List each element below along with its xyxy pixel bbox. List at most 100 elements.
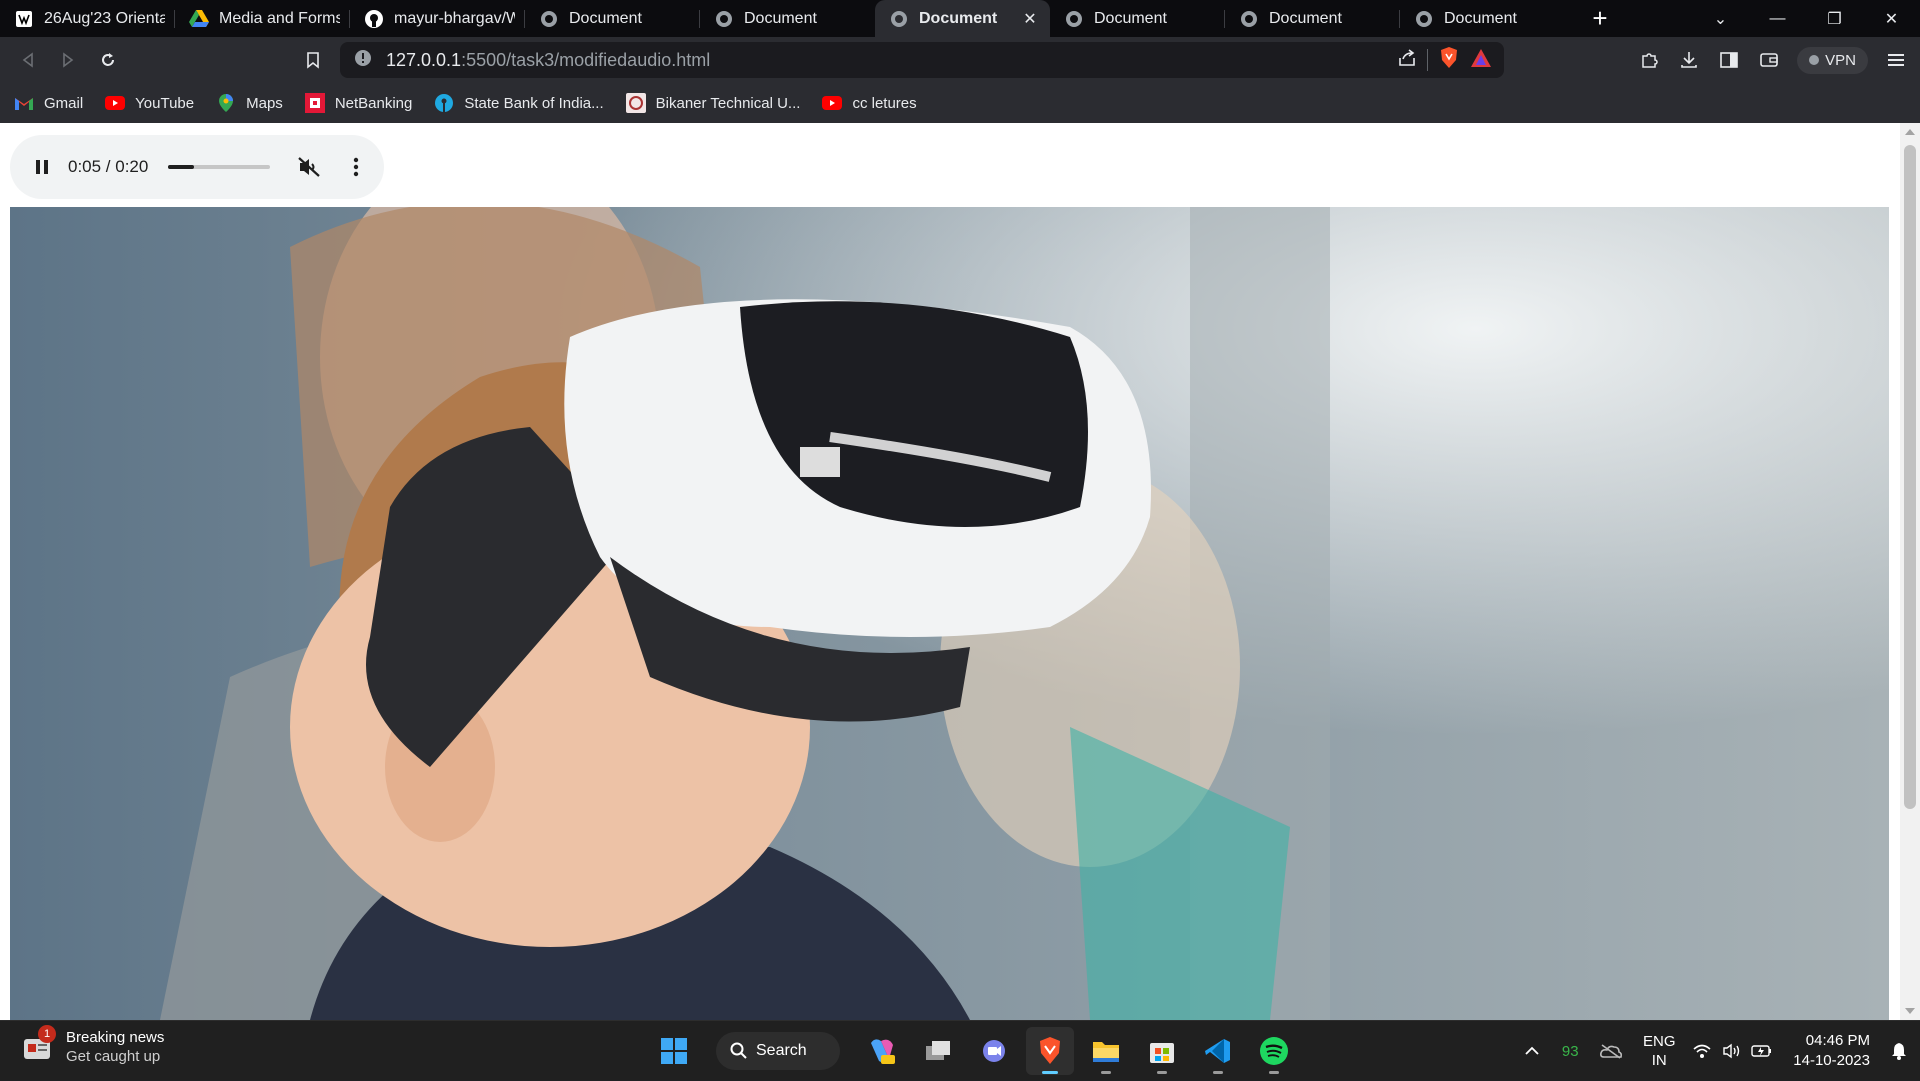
mute-button[interactable] — [296, 154, 322, 180]
taskbar-apps: Search — [650, 1021, 1298, 1081]
back-icon[interactable] — [8, 42, 48, 78]
bookmark-cc-letures[interactable]: cc letures — [822, 93, 917, 113]
folder-icon — [1093, 1042, 1119, 1062]
tab-document-1[interactable]: Document — [525, 0, 700, 37]
close-tab-icon[interactable]: ✕ — [1020, 9, 1040, 29]
tab-media-forms[interactable]: Media and Forms A — [175, 0, 350, 37]
wallet-icon[interactable] — [1749, 40, 1789, 80]
taskbar: 1 Breaking news Get caught up Search 93 … — [0, 1020, 1920, 1080]
audio-player[interactable]: 0:05 / 0:20 — [10, 135, 384, 199]
bookmark-btu[interactable]: Bikaner Technical U... — [625, 93, 800, 113]
wifi-icon[interactable] — [1687, 1043, 1717, 1059]
forward-icon[interactable] — [48, 42, 88, 78]
bookmark-netbanking[interactable]: NetBanking — [304, 93, 412, 113]
bookmark-label: YouTube — [135, 94, 195, 112]
vr-child-image — [10, 207, 1889, 1020]
tab-document-2[interactable]: Document — [700, 0, 875, 37]
show-hidden-icons-chevron-icon[interactable] — [1515, 1046, 1549, 1056]
tab-document-active[interactable]: Document ✕ — [875, 0, 1050, 37]
language-indicator[interactable]: ENG IN — [1631, 1032, 1687, 1070]
globe-icon — [1064, 9, 1084, 29]
app-icon — [14, 9, 34, 29]
news-widget[interactable]: 1 Breaking news Get caught up — [22, 1025, 165, 1065]
task-view-icon — [926, 1041, 950, 1060]
file-explorer-app[interactable] — [1082, 1027, 1130, 1075]
globe-icon — [1414, 9, 1434, 29]
address-bar[interactable]: 127.0.0.1:5500/task3/modifiedaudio.html — [340, 42, 1504, 78]
chat-icon — [983, 1040, 1005, 1062]
bookmark-gmail[interactable]: Gmail — [14, 93, 83, 113]
tab-github[interactable]: mayur-bhargav/We — [350, 0, 525, 37]
tab-orientation[interactable]: 26Aug'23 Orientatio — [0, 0, 175, 37]
tab-title: Document — [1094, 9, 1167, 27]
search-icon — [730, 1042, 747, 1059]
vscode-icon — [1205, 1039, 1230, 1063]
url-text: 127.0.0.1:5500/task3/modifiedaudio.html — [386, 50, 710, 71]
extensions-icon[interactable] — [1629, 40, 1669, 80]
windows-icon — [661, 1038, 687, 1064]
globe-icon — [1239, 9, 1259, 29]
toolbar-right: VPN — [1629, 37, 1920, 83]
site-info-icon[interactable] — [354, 49, 372, 72]
minimize-icon[interactable]: — — [1749, 0, 1806, 37]
globe-icon — [714, 9, 734, 29]
sidebar-icon[interactable] — [1709, 40, 1749, 80]
bookmark-label: cc letures — [852, 94, 917, 112]
pause-button[interactable] — [32, 157, 52, 177]
vpn-status-icon — [1809, 55, 1820, 65]
tab-strip: 26Aug'23 Orientatio Media and Forms A ma… — [0, 0, 1920, 37]
brave-rewards-icon[interactable] — [1470, 48, 1492, 73]
scroll-down-icon[interactable] — [1905, 1008, 1915, 1014]
restore-icon[interactable]: ❐ — [1806, 0, 1863, 37]
more-options-button[interactable] — [346, 154, 366, 180]
news-title: Breaking news — [66, 1029, 165, 1046]
tab-search-chevron-icon[interactable]: ⌄ — [1692, 0, 1749, 37]
battery-icon[interactable] — [1747, 1044, 1777, 1058]
tab-document-3[interactable]: Document — [1050, 0, 1225, 37]
menu-icon[interactable] — [1876, 40, 1916, 80]
tab-document-5[interactable]: Document — [1400, 0, 1575, 37]
volume-icon[interactable] — [1717, 1043, 1747, 1059]
close-window-icon[interactable]: ✕ — [1863, 0, 1920, 37]
brave-shields-icon[interactable] — [1438, 46, 1460, 75]
task-view-app[interactable] — [914, 1027, 962, 1075]
vpn-label: VPN — [1825, 51, 1856, 69]
page-scrollbar[interactable] — [1900, 123, 1920, 1020]
spotify-app[interactable] — [1250, 1027, 1298, 1075]
bookmark-icon[interactable] — [293, 42, 333, 78]
news-badge: 1 — [38, 1025, 56, 1043]
scroll-up-icon[interactable] — [1905, 129, 1915, 135]
vscode-app[interactable] — [1194, 1027, 1242, 1075]
vpn-button[interactable]: VPN — [1797, 46, 1868, 74]
tab-title: mayur-bhargav/We — [394, 9, 515, 27]
bookmark-youtube[interactable]: YouTube — [105, 93, 194, 113]
start-button[interactable] — [650, 1027, 698, 1075]
window-controls: ⌄ — ❐ ✕ — [1692, 0, 1920, 37]
sbi-icon — [434, 93, 454, 113]
tab-document-4[interactable]: Document — [1225, 0, 1400, 37]
new-tab-button[interactable]: + — [1575, 0, 1625, 37]
bookmark-maps[interactable]: Maps — [216, 93, 283, 113]
google-drive-icon — [189, 9, 209, 29]
reload-icon[interactable] — [88, 42, 128, 78]
audio-time: 0:05 / 0:20 — [68, 157, 149, 176]
audio-progress-slider[interactable] — [168, 165, 271, 169]
brave-app[interactable] — [1026, 1027, 1074, 1075]
bookmark-label: Gmail — [44, 94, 84, 112]
system-tray: 93 ENG IN 04:46 PM 14-10-2023 — [1515, 1021, 1920, 1081]
onedrive-offline-icon[interactable] — [1591, 1043, 1631, 1059]
share-icon[interactable] — [1397, 48, 1417, 72]
store-app[interactable] — [1138, 1027, 1186, 1075]
url-host: 127.0.0.1 — [386, 49, 462, 70]
notification-bell-icon[interactable] — [1884, 1042, 1914, 1060]
video-frame[interactable] — [10, 207, 1889, 1020]
gmail-icon — [14, 93, 34, 113]
copilot-app[interactable] — [858, 1027, 906, 1075]
tray-counter[interactable]: 93 — [1549, 1043, 1591, 1060]
download-icon[interactable] — [1669, 40, 1709, 80]
bookmark-sbi[interactable]: State Bank of India... — [434, 93, 604, 113]
scrollbar-thumb[interactable] — [1904, 145, 1916, 809]
teams-chat-app[interactable] — [970, 1027, 1018, 1075]
taskbar-search[interactable]: Search — [716, 1032, 840, 1070]
clock[interactable]: 04:46 PM 14-10-2023 — [1793, 1031, 1870, 1071]
